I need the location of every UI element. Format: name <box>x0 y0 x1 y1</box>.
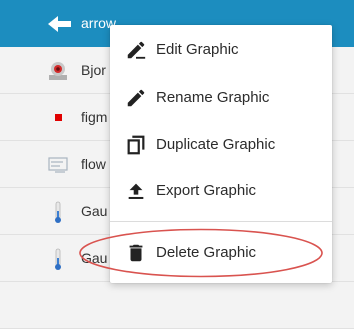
list-item-label: flow <box>81 156 106 172</box>
bjor-graphic-icon <box>46 59 70 83</box>
menu-divider <box>110 221 332 222</box>
edit-graphic-menu-item[interactable]: Edit Graphic <box>110 27 332 73</box>
figure-graphic-icon <box>46 106 70 130</box>
menu-item-label: Edit Graphic <box>156 41 239 58</box>
list-item-label: Gau <box>81 203 108 219</box>
rename-graphic-menu-item[interactable]: Rename Graphic <box>110 75 332 121</box>
duplicate-graphic-menu-item[interactable]: Duplicate Graphic <box>110 122 332 168</box>
edit-pencil-icon <box>125 39 147 61</box>
menu-item-label: Delete Graphic <box>156 244 257 261</box>
gauge-graphic-icon <box>46 247 70 271</box>
rename-pencil-icon <box>125 87 147 109</box>
menu-item-label: Duplicate Graphic <box>156 136 276 153</box>
export-upload-icon <box>125 180 147 202</box>
list-item-partial <box>0 282 354 329</box>
gauge-graphic-icon <box>46 200 70 224</box>
duplicate-icon <box>125 134 147 156</box>
context-menu: Edit Graphic Rename Graphic Duplicate Gr… <box>110 25 332 283</box>
list-item-label: figm <box>81 109 108 125</box>
export-graphic-menu-item[interactable]: Export Graphic <box>110 168 332 214</box>
menu-item-label: Export Graphic <box>156 182 257 199</box>
menu-item-label: Rename Graphic <box>156 89 270 106</box>
trash-icon <box>125 242 147 264</box>
list-item-label: Bjor <box>81 62 106 78</box>
arrow-graphic-icon <box>46 12 71 36</box>
flow-graphic-icon <box>46 153 70 177</box>
list-item-label: Gau <box>81 250 108 266</box>
delete-graphic-menu-item[interactable]: Delete Graphic <box>110 230 332 276</box>
